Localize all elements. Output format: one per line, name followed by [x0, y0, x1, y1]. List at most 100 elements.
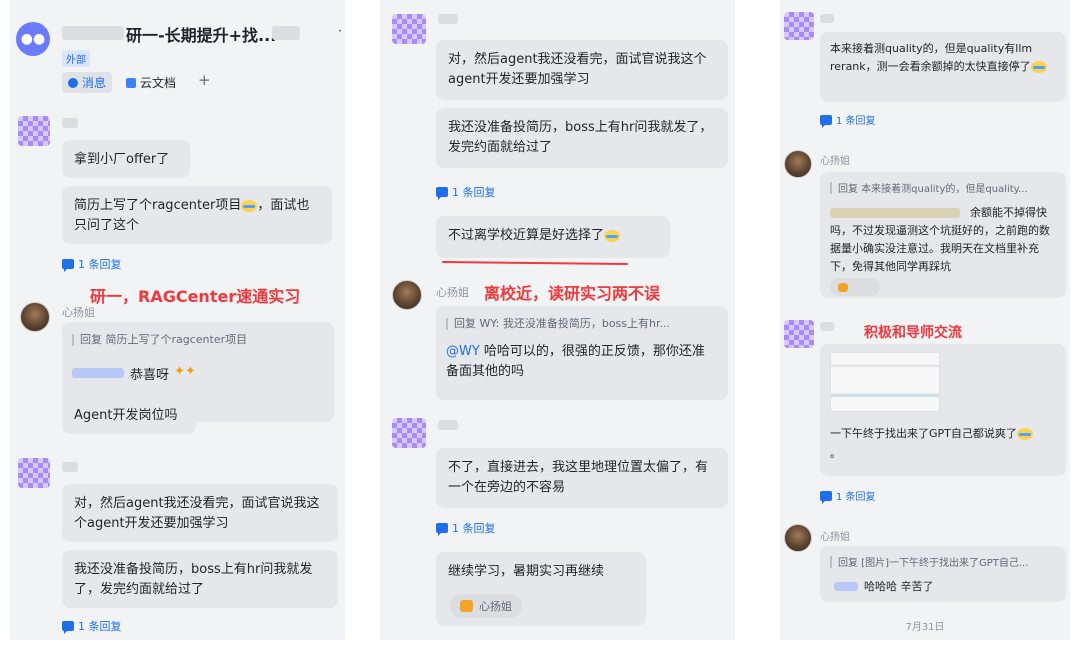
reply-count: 1 条回复 — [452, 522, 496, 535]
more-icon[interactable]: · — [338, 24, 342, 38]
reaction-user-blurred — [854, 283, 872, 291]
avatar[interactable] — [784, 320, 814, 348]
chat-panel-1: ●● 研一-长期提升+找... · 外部 消息 云文档 + 拿到小厂offer了… — [10, 0, 345, 640]
add-tab-button[interactable]: + — [198, 71, 211, 89]
avatar[interactable] — [784, 524, 812, 552]
message-gpt-text: 一下午终于找出来了GPT自己都说爽了 — [830, 427, 1017, 440]
message-quality: 本来接着测quality的，但是quality有llm rerank，测一会看余… — [820, 32, 1066, 102]
avatar[interactable] — [392, 418, 426, 448]
reply-text: 哈哈哈 辛苦了 — [864, 580, 934, 593]
tab-messages-label: 消息 — [82, 76, 107, 90]
message-location: 不了，直接进去，我这里地理位置太偏了，有一个在旁边的不容易 — [436, 448, 728, 508]
quote-bar — [72, 334, 74, 346]
avatar[interactable] — [20, 302, 50, 332]
avatar[interactable] — [18, 458, 50, 488]
quote-bar — [446, 318, 448, 330]
mention-link[interactable]: @WY — [446, 344, 480, 359]
sender-name-blurred — [820, 14, 834, 23]
group-title[interactable]: 研一-长期提升+找... — [126, 22, 276, 46]
avatar[interactable] — [392, 280, 422, 310]
tab-docs[interactable]: 云文档 — [126, 74, 176, 91]
blurred-mention — [72, 368, 124, 378]
quote-text: 回复 本来接着测quality的，但是quality... — [838, 184, 1028, 195]
group-header: ●● 研一-长期提升+找... · 外部 消息 云文档 + — [10, 0, 345, 100]
thread-reply-link[interactable]: 1 条回复 — [436, 184, 496, 200]
quote-text: 回复 [图片]一下午终于找出来了GPT自己... — [838, 558, 1029, 569]
sender-name: 心扬姐 — [436, 286, 469, 299]
reply-text: 余额能不掉得快吗，不过发现逼测这个坑挺好的，之前跑的数据量小确实没注意过。我明天… — [830, 206, 1050, 273]
thread-reply-link[interactable]: 1 条回复 — [820, 112, 876, 128]
group-people-icon: ●● — [20, 31, 46, 47]
reply-text: 哈哈可以的，很强的正反馈，那你还准备面其他的吗 — [446, 344, 705, 379]
congrats-text: 恭喜呀 — [130, 368, 170, 383]
chat-panel-3: 本来接着测quality的，但是quality有llm rerank，测一会看余… — [780, 0, 1070, 640]
group-avatar[interactable]: ●● — [16, 22, 50, 56]
thumbs-up-icon — [460, 600, 473, 612]
message-agent: 对，然后agent我还没看完，面试官说我这个agent开发还要加强学习 — [436, 40, 728, 100]
avatar[interactable] — [784, 150, 812, 178]
tab-messages[interactable]: 消息 — [62, 72, 113, 93]
reaction-chip[interactable] — [830, 278, 880, 296]
sender-name-blurred — [62, 118, 78, 128]
date-divider: 7月31日 — [905, 622, 945, 633]
thread-reply-link[interactable]: 1 条回复 — [62, 618, 122, 634]
message-offer: 拿到小厂offer了 — [62, 140, 190, 178]
sender-name-blurred — [438, 14, 458, 24]
blurred-title-suffix — [272, 26, 300, 40]
annotation-2: 离校近，读研实习两不误 — [484, 284, 661, 303]
reply-count: 1 条回复 — [452, 186, 496, 199]
sender-name: 心扬姐 — [820, 156, 850, 167]
reaction-chip[interactable]: 心扬姐 — [450, 594, 522, 618]
screenshot-thumbnail[interactable] — [830, 352, 940, 412]
sender-name: 心扬姐 — [820, 532, 850, 543]
reply-icon — [436, 523, 448, 536]
reaction-user: 心扬姐 — [479, 600, 512, 613]
message-near-school-text: 不过离学校近算是好选择了 — [448, 228, 605, 243]
reply-bubble: 回复 WY: 我还没准备投简历，boss上有hr... @WY 哈哈可以的，很强… — [436, 306, 728, 400]
sender-name-blurred — [438, 420, 458, 430]
reply-icon — [62, 621, 74, 634]
annotation-1: 研一，RAGCenter速通实习 — [90, 287, 301, 306]
laugh-cry-emoji-icon — [604, 229, 621, 242]
thread-reply-link[interactable]: 1 条回复 — [62, 256, 122, 272]
quote-text: 回复 WY: 我还没准备投简历，boss上有hr... — [454, 317, 670, 330]
reply-message: @WY 哈哈可以的，很强的正反馈，那你还准备面其他的吗 — [446, 342, 716, 382]
message-continue-text: 继续学习，暑期实习再继续 — [448, 564, 605, 579]
avatar[interactable] — [784, 12, 814, 40]
laugh-cry-emoji-icon — [241, 199, 258, 212]
avatar[interactable] — [392, 14, 426, 44]
message-icon — [68, 77, 78, 88]
message-resume-text: 简历上写了个ragcenter项目 — [74, 198, 242, 213]
sender-name-blurred — [820, 322, 834, 331]
reply-bubble: 回复 [图片]一下午终于找出来了GPT自己... 哈哈哈 辛苦了 — [820, 546, 1066, 602]
red-underline — [441, 261, 629, 265]
message-agent: 对，然后agent我还没看完，面试官说我这个agent开发还要加强学习 — [62, 484, 338, 542]
reply-icon — [436, 187, 448, 200]
party-popper-icon: ✦✦ — [174, 364, 196, 379]
laugh-cry-emoji-icon — [1016, 428, 1033, 440]
message-boss: 我还没准备投简历，boss上有hr问我就发了，发完约面就给过了 — [62, 550, 338, 608]
message-agent-question: Agent开发岗位吗 — [62, 396, 196, 434]
thread-reply-link[interactable]: 1 条回复 — [436, 520, 496, 536]
reply-icon — [62, 259, 74, 272]
annotation-3: 积极和导师交流 — [864, 325, 962, 341]
quote-bar — [830, 182, 832, 194]
message-quality-text: 本来接着测quality的，但是quality有llm rerank，测一会看余… — [830, 42, 1033, 73]
avatar[interactable] — [18, 116, 50, 146]
sender-name-blurred — [62, 462, 78, 472]
message-boss: 我还没准备投简历，boss上有hr问我就发了，发完约面就给过了 — [436, 108, 728, 168]
blurred-mention — [834, 582, 858, 591]
quote-bar — [830, 556, 832, 568]
reply-icon — [820, 490, 832, 504]
tab-docs-label: 云文档 — [140, 76, 177, 90]
thumbs-up-icon — [838, 282, 848, 292]
reply-icon — [820, 114, 832, 128]
reply-count: 1 条回复 — [836, 116, 876, 127]
blurred-title-prefix — [62, 26, 124, 40]
message-resume: 简历上写了个ragcenter项目 ，面试也只问了这个 — [62, 186, 332, 244]
message-gpt: 一下午终于找出来了GPT自己都说爽了 。 — [820, 344, 1066, 476]
thread-reply-link[interactable]: 1 条回复 — [820, 488, 876, 504]
message-gpt-dot: 。 — [830, 447, 841, 460]
external-tag: 外部 — [62, 50, 90, 67]
quote-text: 回复 简历上写了个ragcenter项目 — [80, 333, 248, 346]
